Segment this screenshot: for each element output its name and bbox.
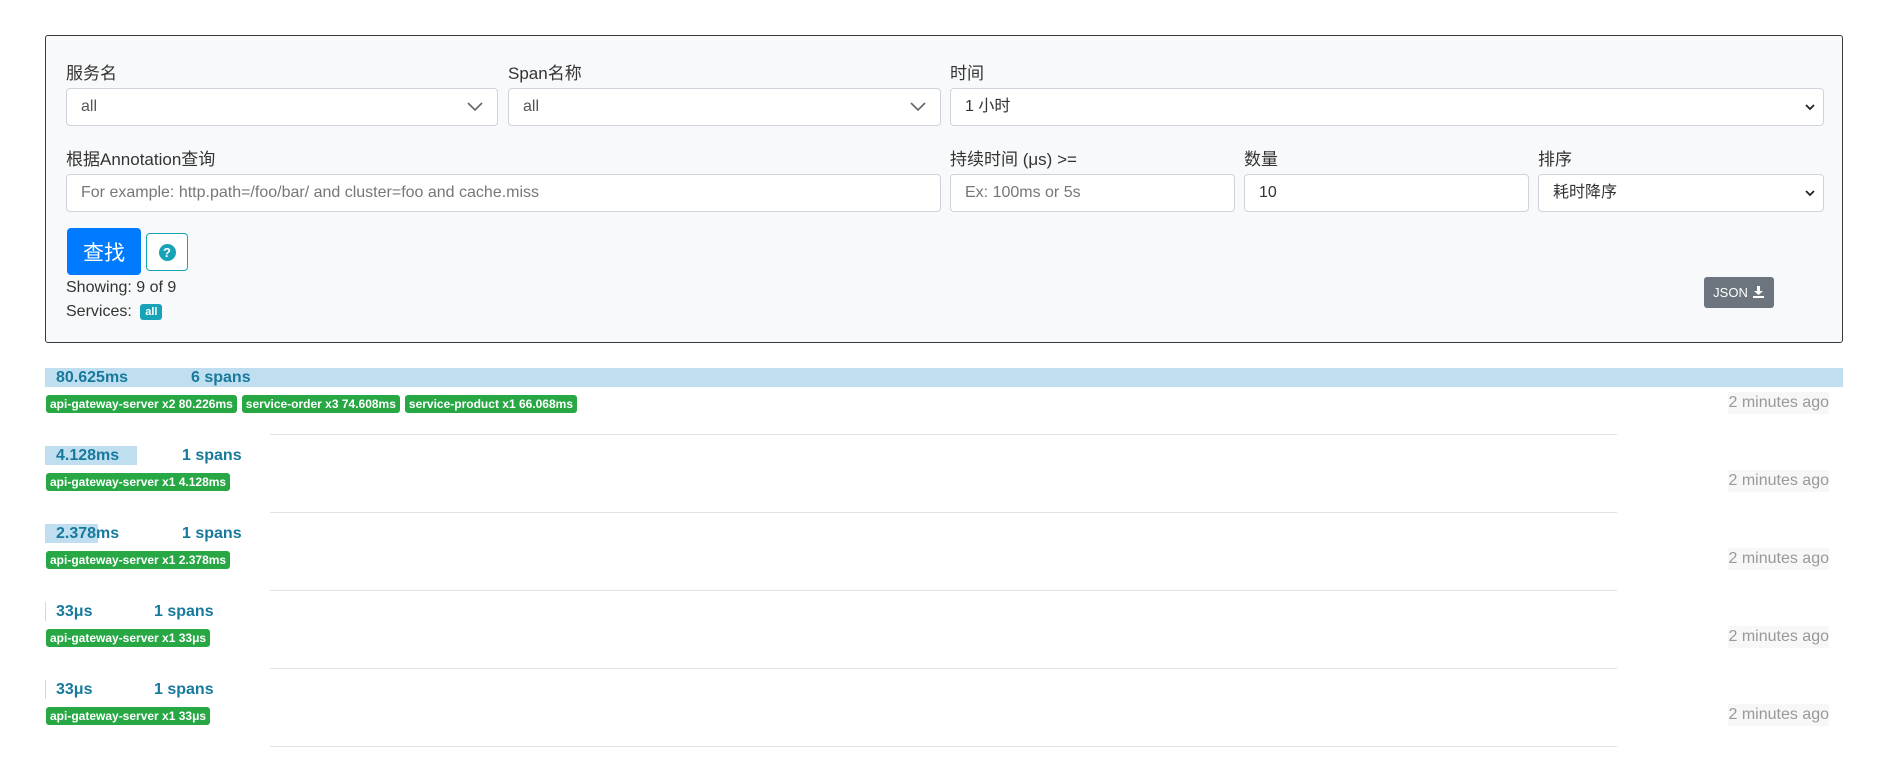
row-divider bbox=[270, 512, 1617, 513]
sort-value: 耗时降序 bbox=[1553, 184, 1618, 201]
duration-bar bbox=[45, 602, 46, 621]
chevron-down-icon bbox=[467, 89, 483, 125]
trace-timestamp: 2 minutes ago bbox=[1728, 704, 1829, 726]
service-tag[interactable]: api-gateway-server x2 80.226ms bbox=[46, 395, 237, 413]
download-icon bbox=[1752, 285, 1765, 301]
service-tags: api-gateway-server x2 80.226ms service-or… bbox=[46, 395, 577, 413]
service-name-select[interactable]: all bbox=[66, 88, 498, 126]
row-divider bbox=[270, 746, 1617, 747]
time-select[interactable]: 1 小时 bbox=[950, 88, 1824, 126]
time-label: 时间 bbox=[950, 64, 984, 83]
service-tags: api-gateway-server x1 2.378ms bbox=[46, 551, 231, 569]
services-label: Services: bbox=[66, 303, 132, 320]
trace-row[interactable]: 33μs 1 spans api-gateway-server x1 33μs 2 m… bbox=[45, 602, 1843, 680]
duration-bar bbox=[45, 680, 46, 699]
service-tags: api-gateway-server x1 33μs bbox=[46, 707, 211, 725]
trace-timestamp: 2 minutes ago bbox=[1728, 626, 1829, 648]
duration-placeholder: Ex: 100ms or 5s bbox=[965, 184, 1081, 201]
span-name-select[interactable]: all bbox=[508, 88, 941, 126]
json-button-label: JSON bbox=[1713, 285, 1748, 300]
search-button[interactable]: 查找 bbox=[67, 228, 141, 275]
trace-duration: 2.378ms bbox=[56, 525, 120, 542]
service-tag[interactable]: api-gateway-server x1 33μs bbox=[46, 629, 211, 647]
annotation-label: 根据Annotation查询 bbox=[66, 150, 216, 169]
service-tags: api-gateway-server x1 4.128ms bbox=[46, 473, 231, 491]
trace-duration: 33μs bbox=[56, 681, 93, 698]
trace-timestamp: 2 minutes ago bbox=[1728, 470, 1829, 492]
trace-span-count: 1 spans bbox=[154, 603, 214, 620]
services-row: Services: all bbox=[66, 303, 163, 321]
search-panel: 服务名 all Span名称 all 时间 1 小时 根据Annotation查… bbox=[45, 35, 1843, 343]
question-circle-icon: ? bbox=[158, 243, 176, 261]
trace-span-count: 1 spans bbox=[182, 447, 242, 464]
chevron-down-icon bbox=[910, 89, 926, 125]
service-tag[interactable]: api-gateway-server x1 2.378ms bbox=[46, 551, 231, 569]
service-tag[interactable]: service-order x3 74.608ms bbox=[241, 395, 400, 413]
time-value: 1 小时 bbox=[965, 98, 1011, 115]
sort-select[interactable]: 耗时降序 bbox=[1538, 174, 1824, 212]
span-name-label: Span名称 bbox=[508, 64, 582, 83]
span-name-value: all bbox=[523, 98, 540, 115]
service-name-label: 服务名 bbox=[66, 64, 117, 83]
row-divider bbox=[270, 668, 1617, 669]
service-tag[interactable]: service-product x1 66.068ms bbox=[404, 395, 577, 413]
limit-label: 数量 bbox=[1244, 150, 1278, 169]
sort-label: 排序 bbox=[1538, 150, 1572, 169]
chevron-down-icon bbox=[1805, 175, 1815, 211]
trace-row[interactable]: 80.625ms 6 spans api-gateway-server x2 80.… bbox=[45, 368, 1843, 446]
annotation-placeholder: For example: http.path=/foo/bar/ and clu… bbox=[81, 184, 540, 201]
trace-row[interactable]: 4.128ms 1 spans api-gateway-server x1 4.12… bbox=[45, 446, 1843, 524]
service-tags: api-gateway-server x1 33μs bbox=[46, 629, 211, 647]
service-tag[interactable]: api-gateway-server x1 4.128ms bbox=[46, 473, 231, 491]
help-button[interactable]: ? bbox=[146, 233, 188, 271]
row-divider bbox=[270, 590, 1617, 591]
trace-timestamp: 2 minutes ago bbox=[1728, 392, 1829, 414]
trace-duration: 80.625ms bbox=[56, 369, 129, 386]
chevron-down-icon bbox=[1805, 89, 1815, 125]
limit-input[interactable]: 10 bbox=[1244, 174, 1529, 212]
duration-bar bbox=[45, 368, 1843, 387]
row-divider bbox=[270, 434, 1617, 435]
trace-span-count: 1 spans bbox=[154, 681, 214, 698]
service-tag[interactable]: api-gateway-server x1 33μs bbox=[46, 707, 211, 725]
duration-input[interactable]: Ex: 100ms or 5s bbox=[950, 174, 1235, 212]
showing-count: Showing: 9 of 9 bbox=[66, 279, 177, 296]
service-name-value: all bbox=[81, 98, 98, 115]
trace-duration: 33μs bbox=[56, 603, 93, 620]
services-badge[interactable]: all bbox=[140, 303, 163, 320]
trace-row[interactable]: 2.378ms 1 spans api-gateway-server x1 2.37… bbox=[45, 524, 1843, 602]
json-download-button[interactable]: JSON bbox=[1704, 277, 1774, 308]
trace-span-count: 6 spans bbox=[191, 369, 251, 386]
duration-label: 持续时间 (μs) >= bbox=[950, 150, 1077, 169]
trace-duration: 4.128ms bbox=[56, 447, 120, 464]
annotation-input[interactable]: For example: http.path=/foo/bar/ and clu… bbox=[66, 174, 941, 212]
trace-timestamp: 2 minutes ago bbox=[1728, 548, 1829, 570]
limit-value: 10 bbox=[1259, 184, 1277, 201]
trace-row[interactable]: 33μs 1 spans api-gateway-server x1 33μs 2 m… bbox=[45, 680, 1843, 758]
trace-span-count: 1 spans bbox=[182, 525, 242, 542]
